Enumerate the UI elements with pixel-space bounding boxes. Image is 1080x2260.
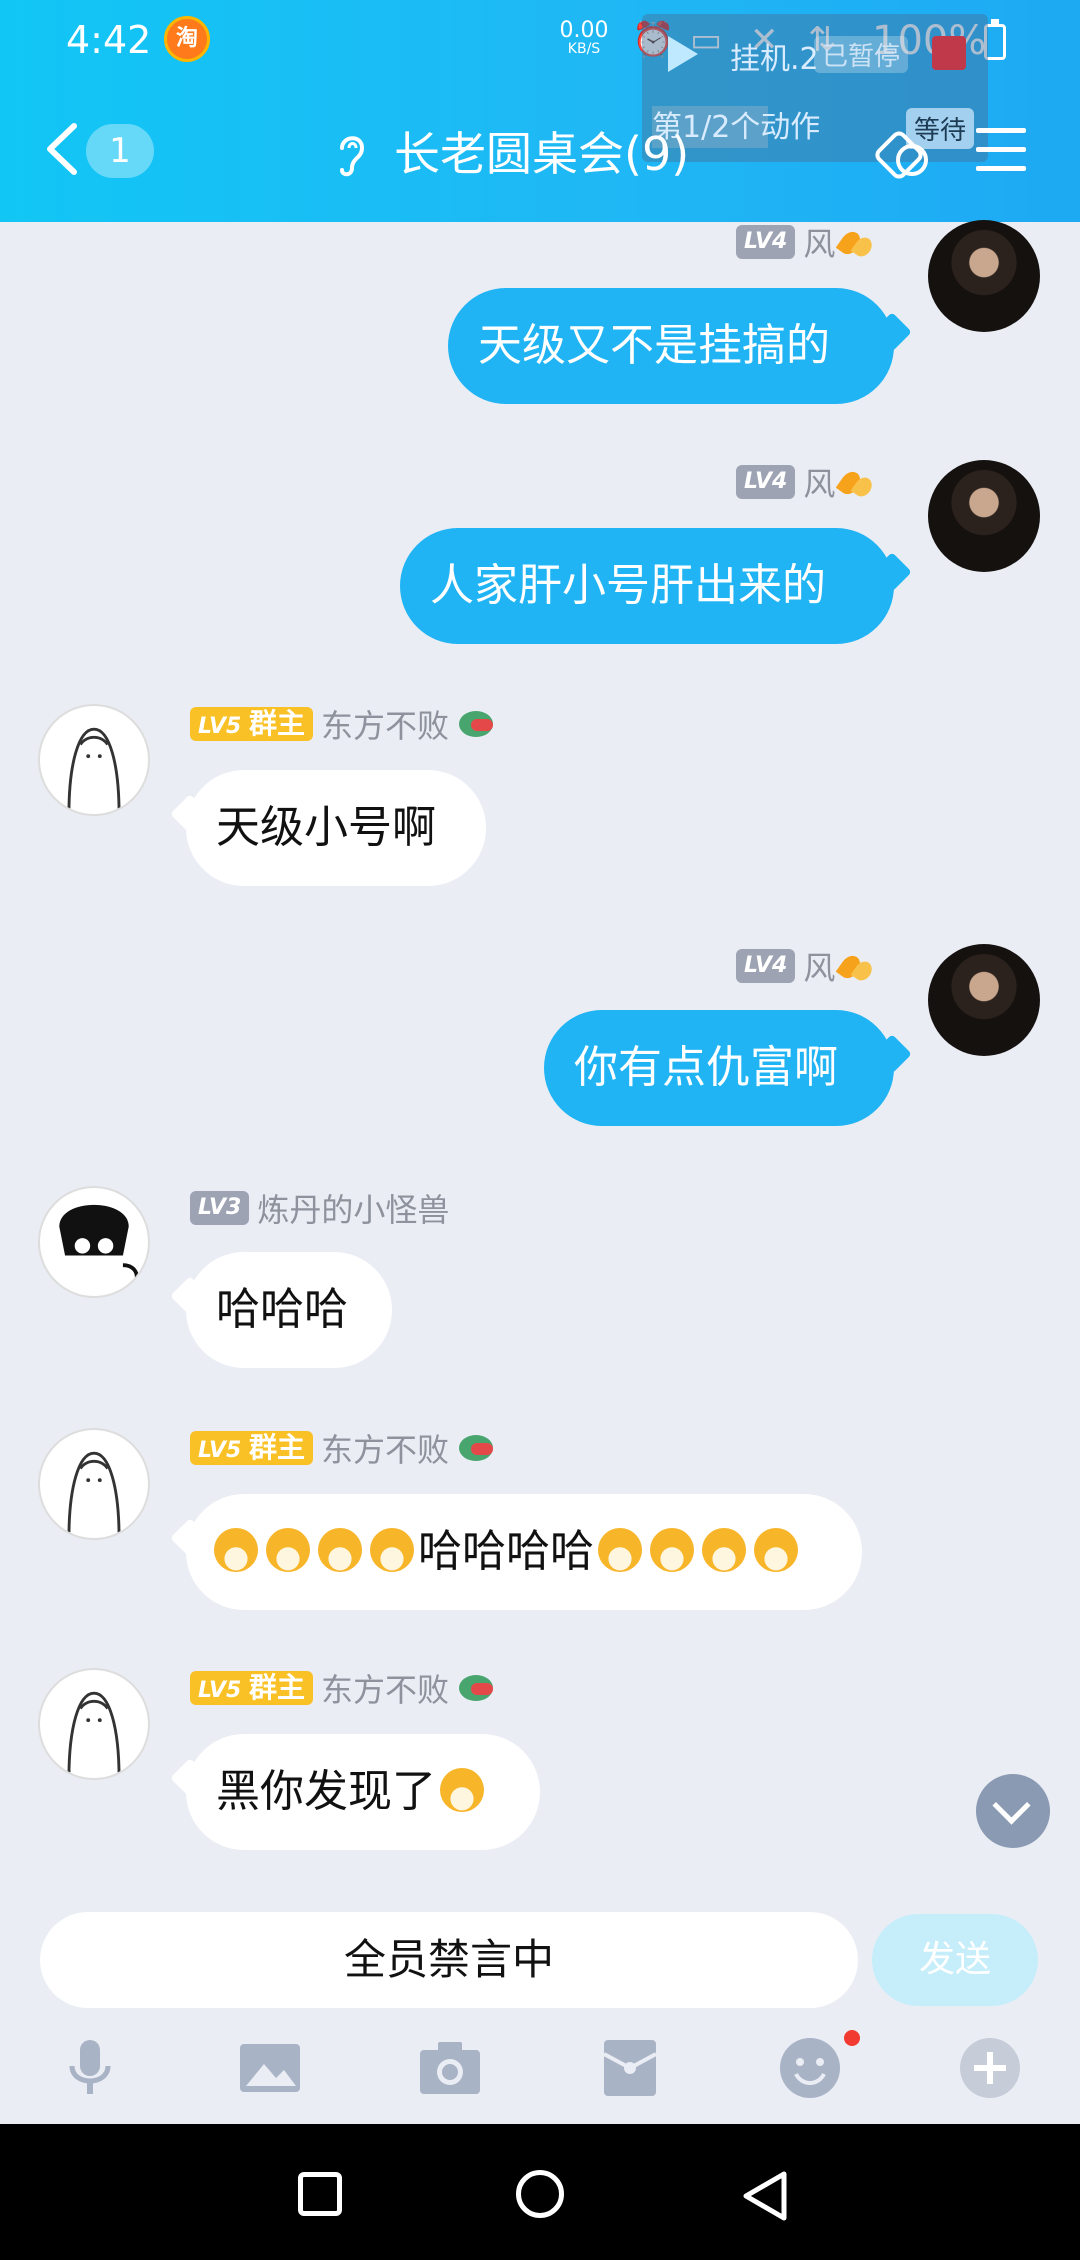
sender-meta: LV5 群主 东方不败	[190, 1428, 499, 1469]
doge-emoji-icon	[370, 1528, 414, 1572]
level-text: LV5	[198, 1678, 242, 1703]
sender-name: 风	[803, 465, 836, 503]
plus-icon[interactable]	[958, 2036, 1022, 2100]
sender-name: 东方不败	[321, 1431, 450, 1469]
doge-emoji-icon	[266, 1528, 310, 1572]
sender-name: 炼丹的小怪兽	[257, 1191, 450, 1229]
automation-overlay[interactable]: 挂机.2 已暂停 第1/2个动作 等待	[642, 14, 988, 162]
image-icon[interactable]	[238, 2036, 302, 2100]
overlay-state: 已暂停	[814, 36, 909, 73]
doge-emoji-icon	[318, 1528, 362, 1572]
sender-name: 东方不败	[321, 707, 450, 745]
network-speed-unit: KB/S	[567, 41, 601, 57]
leaf-badge-icon	[839, 227, 873, 257]
network-speed-value: 0.00	[559, 18, 609, 43]
doge-emoji-icon	[598, 1528, 642, 1572]
sender-meta: LV3 炼丹的小怪兽	[190, 1188, 450, 1229]
sender-meta: LV4 风	[736, 222, 873, 263]
level-badge: LV5 群主	[190, 1431, 314, 1465]
group-members-icon[interactable]	[874, 120, 936, 182]
sender-meta: LV4 风	[736, 462, 873, 503]
avatar[interactable]	[38, 1668, 150, 1780]
red-packet-icon[interactable]	[598, 2036, 662, 2100]
message-bubble[interactable]: 哈哈哈	[186, 1252, 392, 1368]
send-button[interactable]: 发送	[872, 1914, 1038, 2006]
group-title[interactable]: 长老圆桌会(9)	[394, 118, 689, 184]
level-badge: LV3	[190, 1191, 250, 1225]
level-badge: LV4	[736, 225, 796, 259]
avatar[interactable]	[38, 704, 150, 816]
message-input-muted[interactable]: 全员禁言中	[40, 1912, 858, 2008]
taobao-notification-icon: 淘	[164, 16, 210, 62]
play-icon[interactable]	[668, 36, 698, 72]
sender-meta: LV5 群主 东方不败	[190, 1668, 499, 1709]
message-text: 黑你发现了	[216, 1766, 436, 1817]
message-bubble[interactable]: 黑你发现了	[186, 1734, 540, 1850]
unread-count-badge[interactable]: 1	[86, 124, 154, 178]
leaf-badge-icon	[839, 951, 873, 981]
doge-emoji-icon	[702, 1528, 746, 1572]
camera-icon[interactable]	[418, 2036, 482, 2100]
avatar[interactable]	[38, 1428, 150, 1540]
level-badge: LV4	[736, 465, 796, 499]
avatar[interactable]	[928, 460, 1040, 572]
message-text: 哈哈哈哈	[418, 1526, 594, 1577]
owner-role: 群主	[249, 707, 306, 740]
sender-name: 风	[803, 949, 836, 987]
level-badge: LV5 群主	[190, 1671, 314, 1705]
status-time: 4:42	[66, 18, 152, 62]
level-text: LV5	[198, 1438, 242, 1463]
dragon-badge-icon	[455, 1429, 499, 1467]
avatar[interactable]	[928, 220, 1040, 332]
chat-header: 4:42 淘 0.00 KB/S ⏰ ▭ ✕ ⇅ 100% 挂机.2 已暂停 第…	[0, 0, 1080, 222]
dragon-badge-icon	[455, 1669, 499, 1707]
home-button[interactable]	[516, 2170, 564, 2218]
avatar[interactable]	[928, 944, 1040, 1056]
owner-role: 群主	[249, 1431, 306, 1464]
ear-icon	[340, 136, 365, 177]
owner-role: 群主	[249, 1671, 306, 1704]
emoji-icon[interactable]	[778, 2036, 842, 2100]
input-toolbar	[0, 2024, 1080, 2124]
message-bubble[interactable]: 天级又不是挂搞的	[448, 288, 894, 404]
notification-dot	[844, 2030, 860, 2046]
network-speed: 0.00 KB/S	[558, 18, 610, 57]
sender-name: 风	[803, 225, 836, 263]
recents-button[interactable]	[298, 2172, 342, 2216]
sender-meta: LV5 群主 东方不败	[190, 704, 499, 745]
menu-icon[interactable]	[976, 128, 1026, 172]
dragon-badge-icon	[455, 705, 499, 743]
message-bubble[interactable]: 哈哈哈哈	[186, 1494, 862, 1610]
message-bubble[interactable]: 人家肝小号肝出来的	[400, 528, 894, 644]
doge-emoji-icon	[650, 1528, 694, 1572]
level-text: LV5	[198, 714, 242, 739]
doge-emoji-icon	[440, 1768, 484, 1812]
avatar[interactable]	[38, 1186, 150, 1298]
chat-screen: { "status_bar": { "time": "4:42", "taoba…	[0, 0, 1080, 2260]
level-badge: LV4	[736, 949, 796, 983]
sender-meta: LV4 风	[736, 946, 873, 987]
message-bubble[interactable]: 你有点仇富啊	[544, 1010, 894, 1126]
back-button[interactable]	[736, 2166, 796, 2226]
message-bubble[interactable]: 天级小号啊	[186, 770, 486, 886]
leaf-badge-icon	[839, 467, 873, 497]
overlay-close-icon[interactable]	[932, 36, 966, 70]
doge-emoji-icon	[754, 1528, 798, 1572]
scroll-to-bottom-button[interactable]	[976, 1774, 1050, 1848]
doge-emoji-icon	[214, 1528, 258, 1572]
back-chevron-icon[interactable]	[44, 122, 80, 176]
microphone-icon[interactable]	[58, 2036, 122, 2100]
level-badge: LV5 群主	[190, 707, 314, 741]
sender-name: 东方不败	[321, 1671, 450, 1709]
overlay-title: 挂机.2	[730, 42, 819, 77]
